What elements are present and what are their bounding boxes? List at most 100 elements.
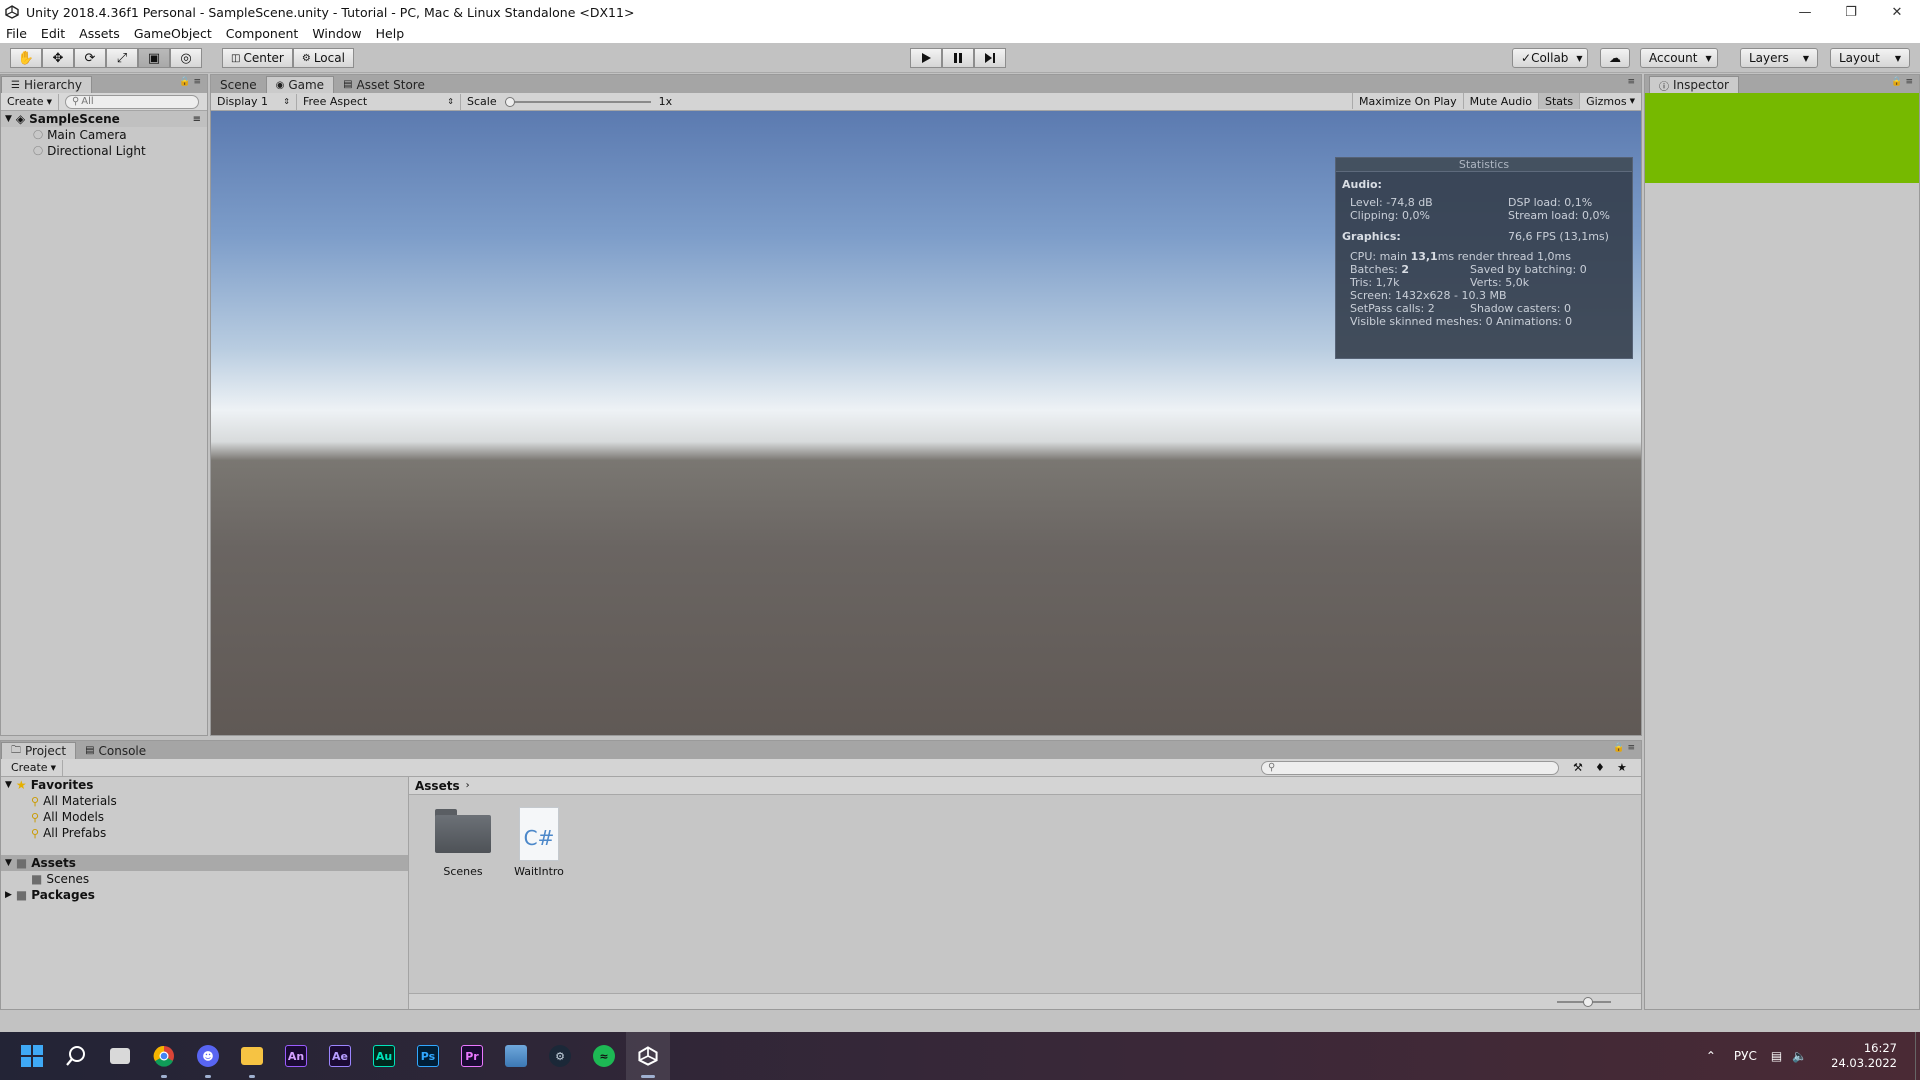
tab-game[interactable]: ◉ Game	[265, 76, 335, 93]
menu-help[interactable]: Help	[376, 26, 405, 41]
hierarchy-item[interactable]: ◯ Main Camera	[1, 127, 207, 143]
hand-tool-icon[interactable]: ✋	[10, 48, 42, 68]
project-create-dropdown[interactable]: Create ▼	[5, 759, 63, 776]
tab-asset-store[interactable]: ▤ Asset Store	[334, 76, 434, 93]
taskbar-app-spotify[interactable]: ≈	[582, 1032, 626, 1080]
pivot-local-button[interactable]: ⚙ Local	[292, 48, 354, 68]
menu-gameobject[interactable]: GameObject	[134, 26, 212, 41]
expand-triangle-icon[interactable]: ▼	[5, 858, 12, 868]
tab-hierarchy[interactable]: ☰ Hierarchy	[1, 76, 92, 93]
taskbar-app-explorer[interactable]	[230, 1032, 274, 1080]
project-search-input[interactable]: ⚲	[1261, 760, 1559, 775]
packages-row[interactable]: ▶ ■ Packages	[1, 887, 408, 903]
menu-window[interactable]: Window	[312, 26, 361, 41]
account-dropdown[interactable]: Account ▼	[1640, 48, 1718, 68]
scene-row[interactable]: ▼ ◈ SampleScene ≡	[1, 111, 207, 127]
language-indicator[interactable]: РУС	[1734, 1049, 1757, 1063]
step-button[interactable]	[974, 48, 1006, 68]
tab-console[interactable]: ▤ Console	[76, 742, 155, 759]
panel-menu-icon[interactable]: 🔒 ≡	[1613, 743, 1635, 753]
cloud-button[interactable]: ☁	[1600, 48, 1630, 68]
taskbar-app-aftereffects[interactable]: Ae	[318, 1032, 362, 1080]
asset-folder[interactable]: Scenes	[423, 807, 503, 878]
pivot-center-button[interactable]: ◫ Center	[222, 48, 293, 68]
volume-icon[interactable]: 🔈	[1792, 1049, 1807, 1063]
tab-project[interactable]: 🗀 Project	[1, 742, 77, 759]
pause-button[interactable]	[942, 48, 974, 68]
aspect-dropdown[interactable]: Free Aspect ⇕	[297, 93, 461, 110]
close-icon[interactable]: ✕	[1874, 0, 1920, 24]
breadcrumb-assets[interactable]: Assets	[415, 779, 460, 793]
hierarchy-search-input[interactable]: ⚲ All	[64, 94, 199, 109]
icon-size-slider[interactable]	[1557, 997, 1611, 1007]
menu-file[interactable]: File	[6, 26, 27, 41]
layers-dropdown[interactable]: Layers ▼	[1740, 48, 1818, 68]
taskbar-app-steam[interactable]: ⚙	[538, 1032, 582, 1080]
asset-script[interactable]: C# WaitIntro	[499, 807, 579, 878]
tab-scene[interactable]: Scene	[211, 76, 266, 93]
favorite-item[interactable]: ⚲ All Models	[1, 809, 408, 825]
show-desktop-button[interactable]	[1915, 1032, 1920, 1080]
taskbar-app-audition[interactable]: Au	[362, 1032, 406, 1080]
chevron-down-icon: ▼	[50, 763, 56, 772]
rotate-tool-icon[interactable]: ⟳	[74, 48, 106, 68]
menu-assets[interactable]: Assets	[79, 26, 120, 41]
network-icon[interactable]: ▤	[1771, 1049, 1782, 1063]
chevron-up-icon[interactable]: ⌃	[1706, 1049, 1716, 1063]
taskbar-app-photos[interactable]	[494, 1032, 538, 1080]
panel-menu-icon[interactable]: ≡	[1627, 77, 1635, 87]
taskbar-search-button[interactable]	[54, 1032, 98, 1080]
taskbar-app-premiere[interactable]: Pr	[450, 1032, 494, 1080]
filter-label-icon[interactable]: ♦	[1595, 761, 1605, 774]
expand-triangle-icon[interactable]: ▼	[5, 114, 12, 124]
icon-size-slider-handle[interactable]	[1583, 997, 1593, 1007]
menu-component[interactable]: Component	[226, 26, 299, 41]
panel-menu-icon[interactable]: 🔒 ≡	[179, 77, 201, 87]
hierarchy-item[interactable]: ◯ Directional Light	[1, 143, 207, 159]
collab-dropdown[interactable]: ✓ Collab ▼	[1512, 48, 1588, 68]
taskbar-app-chrome[interactable]	[142, 1032, 186, 1080]
filter-type-icon[interactable]: ⚒	[1573, 761, 1583, 774]
panel-menu-icon[interactable]: 🔒 ≡	[1891, 77, 1913, 87]
display-dropdown[interactable]: Display 1 ⇕	[211, 93, 297, 110]
collab-check-icon: ✓	[1521, 51, 1532, 65]
game-viewport[interactable]: Statistics Audio: Level: -74,8 dB DSP lo…	[211, 111, 1641, 735]
scale-slider-handle[interactable]	[504, 96, 515, 107]
play-button[interactable]	[910, 48, 942, 68]
favorite-star-icon[interactable]: ★	[1617, 761, 1627, 774]
rect-tool-icon[interactable]: ▣	[138, 48, 170, 68]
favorite-item[interactable]: ⚲ All Materials	[1, 793, 408, 809]
assets-child-row[interactable]: ■ Scenes	[1, 871, 408, 887]
scene-menu-icon[interactable]: ≡	[193, 114, 201, 125]
menu-edit[interactable]: Edit	[41, 26, 65, 41]
expand-triangle-icon[interactable]: ▼	[5, 780, 12, 790]
taskbar-app-discord[interactable]: ☻	[186, 1032, 230, 1080]
tab-inspector[interactable]: ⓘ Inspector	[1649, 76, 1739, 93]
star-icon: ★	[15, 778, 27, 792]
taskbar-app-photoshop[interactable]: Ps	[406, 1032, 450, 1080]
move-tool-icon[interactable]: ✥	[42, 48, 74, 68]
stats-toggle[interactable]: Stats	[1538, 93, 1581, 109]
taskbar-app-unity[interactable]	[626, 1032, 670, 1080]
clock[interactable]: 16:27 24.03.2022	[1831, 1041, 1897, 1071]
project-panel: 🗀 Project ▤ Console 🔒 ≡ Create ▼ ⚲ ⚒ ♦ ★ ▼ …	[0, 740, 1642, 1010]
minimize-icon[interactable]: —	[1782, 0, 1828, 24]
maximize-on-play-toggle[interactable]: Maximize On Play	[1351, 93, 1464, 109]
hierarchy-create-dropdown[interactable]: Create ▼	[1, 93, 59, 110]
start-button[interactable]	[10, 1032, 54, 1080]
assets-row[interactable]: ▼ ■ Assets	[1, 855, 408, 871]
favorite-item[interactable]: ⚲ All Prefabs	[1, 825, 408, 841]
favorites-row[interactable]: ▼ ★ Favorites	[1, 777, 408, 793]
restore-icon[interactable]: ❐	[1828, 0, 1874, 24]
layout-dropdown[interactable]: Layout ▼	[1830, 48, 1910, 68]
stats-screen: Screen: 1432x628 - 10.3 MB	[1350, 289, 1507, 302]
taskbar-app-animate[interactable]: An	[274, 1032, 318, 1080]
transform-tool-icon[interactable]: ◎	[170, 48, 202, 68]
list-icon: ☰	[11, 79, 20, 91]
expand-triangle-icon[interactable]: ▶	[5, 890, 12, 900]
gizmos-dropdown[interactable]: Gizmos ▼	[1580, 93, 1641, 109]
scale-tool-icon[interactable]: ⤢	[106, 48, 138, 68]
mute-audio-toggle[interactable]: Mute Audio	[1464, 93, 1539, 109]
scale-slider[interactable]	[504, 96, 651, 107]
task-view-button[interactable]	[98, 1032, 142, 1080]
